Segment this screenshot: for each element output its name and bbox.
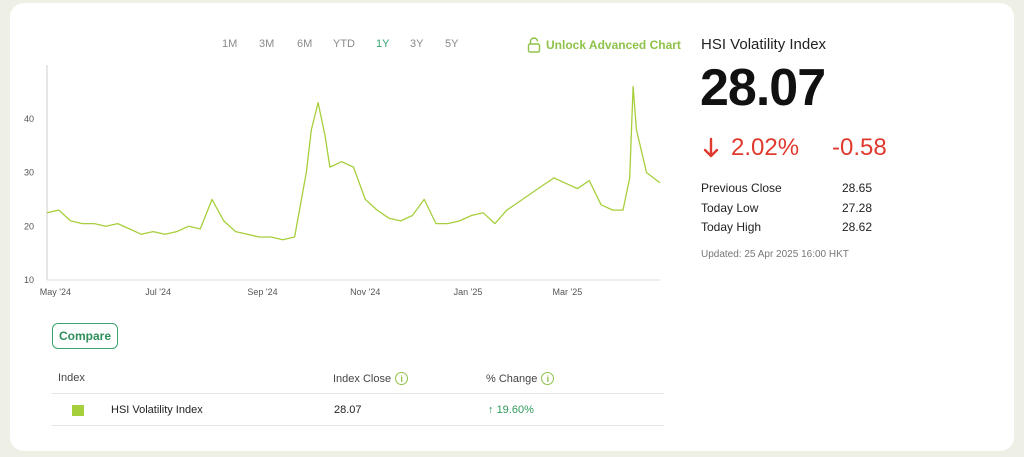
- quote-price: 28.07: [700, 59, 826, 117]
- stat-value-today-low: 27.28: [842, 201, 873, 215]
- x-tick-label: Jan '25: [454, 287, 483, 297]
- series-swatch: [72, 405, 84, 416]
- stat-value-previous-close: 28.65: [842, 181, 873, 195]
- x-tick-label: Sep '24: [247, 287, 277, 297]
- stat-value-today-high: 28.62: [842, 220, 873, 234]
- change-pct-value: 2.02%: [731, 134, 800, 161]
- lock-icon: [527, 37, 541, 53]
- unlock-label: Unlock Advanced Chart: [546, 38, 681, 52]
- row-name: HSI Volatility Index: [111, 404, 203, 416]
- col-index: Index: [58, 372, 85, 384]
- y-tick-label: 30: [24, 168, 34, 178]
- quote-change-pct: 2.02%: [703, 134, 799, 162]
- y-tick-label: 40: [24, 114, 34, 124]
- updated-timestamp: Updated: 25 Apr 2025 16:00 HKT: [701, 249, 849, 260]
- y-tick-label: 10: [24, 275, 34, 285]
- info-icon[interactable]: i: [541, 372, 555, 385]
- price-chart[interactable]: 10 20 30 40 May '24 Jul '24 Sep '24 Nov '24 Jan …: [20, 65, 670, 305]
- range-tab-ytd[interactable]: YTD: [333, 38, 355, 50]
- x-tick-label: May '24: [40, 287, 71, 297]
- stat-label-today-high: Today High: [701, 220, 762, 234]
- range-tab-1m[interactable]: 1M: [222, 38, 237, 50]
- range-tab-6m[interactable]: 6M: [297, 38, 312, 50]
- row-close: 28.07: [334, 404, 362, 416]
- table-header: Index Index Close i % Change i: [52, 364, 664, 394]
- range-tab-3m[interactable]: 3M: [259, 38, 274, 50]
- col-index-label: Index: [58, 372, 85, 384]
- row-change: ↑ 19.60%: [488, 404, 534, 416]
- x-tick-label: Nov '24: [350, 287, 380, 297]
- quote-title: HSI Volatility Index: [701, 36, 827, 53]
- x-tick-label: Jul '24: [145, 287, 171, 297]
- x-tick-label: Mar '25: [553, 287, 583, 297]
- series-line: [46, 85, 661, 241]
- table-row: HSI Volatility Index 28.07 ↑ 19.60%: [52, 394, 664, 426]
- row-change-value: 19.60%: [496, 404, 534, 416]
- quote-change-abs: -0.58: [832, 134, 887, 161]
- compare-button[interactable]: Compare: [52, 323, 118, 349]
- col-close-label: Index Close: [333, 372, 392, 385]
- arrow-down-icon: [703, 137, 719, 158]
- unlock-advanced-chart-link[interactable]: Unlock Advanced Chart: [527, 37, 681, 53]
- range-tab-5y[interactable]: 5Y: [445, 38, 458, 50]
- col-change: % Change i: [486, 372, 555, 385]
- stat-label-today-low: Today Low: [701, 201, 759, 215]
- info-icon[interactable]: i: [395, 372, 409, 385]
- col-close: Index Close i: [333, 372, 409, 385]
- index-table: Index Index Close i % Change i HSI Volatil…: [52, 364, 664, 426]
- range-tab-3y[interactable]: 3Y: [410, 38, 423, 50]
- col-change-label: % Change: [486, 372, 538, 385]
- stat-label-previous-close: Previous Close: [701, 181, 782, 195]
- range-tab-1y[interactable]: 1Y: [376, 38, 389, 50]
- y-tick-label: 20: [24, 221, 34, 231]
